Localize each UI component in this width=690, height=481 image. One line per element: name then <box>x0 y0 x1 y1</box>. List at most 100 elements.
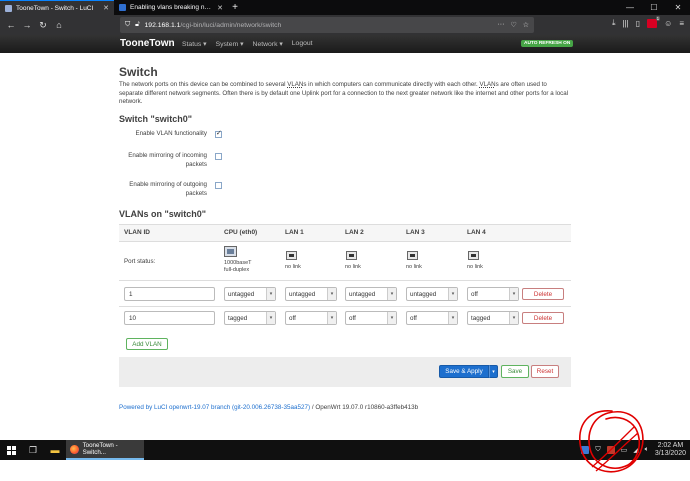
taskbar-clock[interactable]: 2:02 AM 3/13/2020 <box>655 442 686 459</box>
row-divider <box>119 280 571 281</box>
port-status-label: Port status: <box>124 258 156 265</box>
start-button[interactable] <box>0 440 22 460</box>
library-icon[interactable]: ||| <box>623 19 629 28</box>
chevron-down-icon: ▾ <box>509 312 518 324</box>
menu-network[interactable]: Network ▾ <box>253 40 283 48</box>
shield-icon[interactable]: ⛉ <box>125 21 130 29</box>
toolbar-icons: ⤓ ||| ▯ 1 ☺ ≡ <box>612 15 684 28</box>
auto-refresh-badge[interactable]: AUTO REFRESH ON <box>521 40 574 47</box>
luci-favicon-icon <box>5 4 12 12</box>
pocket-icon[interactable]: ♡ <box>510 21 516 29</box>
port-select-lan2[interactable]: untagged ▾ <box>345 287 397 301</box>
option-label-vlan: Enable VLAN functionality <box>135 130 207 137</box>
smiley-icon[interactable]: ☺ <box>664 19 672 28</box>
download-icon[interactable]: ⤓ <box>612 18 616 28</box>
home-icon[interactable]: ⌂ <box>52 18 66 32</box>
page-actions-icon[interactable]: ··· <box>497 21 504 29</box>
windows-logo-icon <box>6 445 16 455</box>
chevron-down-icon: ▾ <box>327 288 336 300</box>
firefox-icon <box>70 444 79 454</box>
port-select-lan1[interactable]: untagged ▾ <box>285 287 337 301</box>
port-select-lan4[interactable]: tagged ▾ <box>467 311 519 325</box>
new-tab-button[interactable]: + <box>228 0 242 15</box>
luci-version-link[interactable]: Powered by LuCI openwrt-19.07 branch (gi… <box>119 404 310 411</box>
openwrt-version: / OpenWrt 19.07.0 r10860-a3ffeb413b <box>310 404 419 411</box>
file-explorer-icon[interactable]: ▬ <box>44 440 66 460</box>
bookmark-star-icon[interactable]: ☆ <box>523 21 529 29</box>
tab-title: Enabling vlans breaking netwo <box>130 4 214 11</box>
taskbar-firefox-app[interactable]: TooneTown - Switch... <box>66 440 144 460</box>
col-lan1: LAN 1 <box>285 229 304 236</box>
col-lan3: LAN 3 <box>406 229 425 236</box>
lan3-port-status: no link <box>406 264 422 270</box>
chevron-down-icon: ▾ <box>448 288 457 300</box>
mirror-outgoing-checkbox[interactable] <box>215 182 222 189</box>
browser-nav-bar: ← → ↻ ⌂ ⛉ 🔓︎ 192.168.1.1/cgi-bin/luci/ad… <box>0 15 690 35</box>
lan1-port-icon <box>286 251 297 260</box>
add-vlan-button[interactable]: Add VLAN <box>126 338 168 350</box>
chevron-down-icon: ▾ <box>266 288 275 300</box>
switch-heading: Switch "switch0" <box>119 114 193 124</box>
vlan-id-input[interactable]: 10 <box>124 311 215 325</box>
maximize-icon[interactable]: ☐ <box>642 0 666 15</box>
menu-logout[interactable]: Logout <box>292 40 313 48</box>
brand-link[interactable]: TooneTown <box>120 38 175 49</box>
delete-vlan-button[interactable]: Delete <box>522 312 564 324</box>
sidebar-icon[interactable]: ▯ <box>636 19 640 28</box>
menu-icon[interactable]: ≡ <box>679 19 684 28</box>
chevron-down-icon: ▾ <box>266 312 275 324</box>
lan2-port-status: no link <box>345 264 361 270</box>
vlan-id-input[interactable]: 1 <box>124 287 215 301</box>
back-icon[interactable]: ← <box>4 18 18 32</box>
insecure-lock-icon[interactable]: 🔓︎ <box>135 21 139 29</box>
close-icon[interactable]: ✕ <box>217 4 223 12</box>
delete-vlan-button[interactable]: Delete <box>522 288 564 300</box>
save-button[interactable]: Save <box>501 365 529 378</box>
addon-icon[interactable]: 1 <box>647 15 661 28</box>
reload-icon[interactable]: ↻ <box>36 18 50 32</box>
addon-badge: 1 <box>655 15 661 21</box>
enable-vlan-checkbox[interactable] <box>215 129 222 138</box>
lan1-port-status: no link <box>285 264 301 270</box>
url-path: /cgi-bin/luci/admin/network/switch <box>180 21 282 29</box>
port-select-lan2[interactable]: off ▾ <box>345 311 397 325</box>
task-view-icon[interactable]: ❐ <box>22 440 44 460</box>
port-select-lan1[interactable]: off ▾ <box>285 311 337 325</box>
minimize-icon[interactable]: — <box>618 0 642 15</box>
forward-icon[interactable]: → <box>20 18 34 32</box>
port-select-cpu[interactable]: tagged ▾ <box>224 311 276 325</box>
menu-system[interactable]: System ▾ <box>216 40 244 48</box>
reset-button[interactable]: Reset <box>531 365 559 378</box>
port-select-lan3[interactable]: off ▾ <box>406 311 458 325</box>
save-apply-button[interactable]: Save & Apply <box>439 365 489 378</box>
url-bar[interactable]: ⛉ 🔓︎ 192.168.1.1/cgi-bin/luci/admin/netw… <box>120 17 534 33</box>
page-footer: Powered by LuCI openwrt-19.07 branch (gi… <box>119 404 418 411</box>
port-select-lan4[interactable]: off ▾ <box>467 287 519 301</box>
menu-status[interactable]: Status ▾ <box>182 40 207 48</box>
chevron-down-icon: ▾ <box>387 288 396 300</box>
port-select-lan3[interactable]: untagged ▾ <box>406 287 458 301</box>
cpu-port-speed: 1000baseT full-duplex <box>224 260 252 273</box>
col-cpu: CPU (eth0) <box>224 229 258 236</box>
vlan-abbr: VLAN <box>287 81 304 88</box>
close-icon[interactable]: ✕ <box>103 4 109 12</box>
browser-tab-active[interactable]: TooneTown - Switch - LuCI ✕ <box>0 0 114 15</box>
mirror-incoming-checkbox[interactable] <box>215 153 222 160</box>
url-host: 192.168.1.1 <box>144 21 181 29</box>
lan2-port-icon <box>346 251 357 260</box>
vlan-abbr: VLAN <box>479 81 496 88</box>
row-divider <box>119 306 571 307</box>
row-divider <box>119 241 571 242</box>
luci-header: TooneTown Status ▾ System ▾ Network ▾ Lo… <box>0 35 690 53</box>
close-window-icon[interactable]: ✕ <box>666 0 690 15</box>
page-description: The network ports on this device can be … <box>119 81 569 106</box>
browser-tab-inactive[interactable]: Enabling vlans breaking netwo ✕ <box>114 0 228 15</box>
col-lan2: LAN 2 <box>345 229 364 236</box>
chevron-down-icon: ▾ <box>448 312 457 324</box>
cpu-port-icon <box>224 246 237 257</box>
col-vlan-id: VLAN ID <box>124 229 150 236</box>
vlans-heading: VLANs on "switch0" <box>119 209 207 219</box>
save-apply-dropdown-icon[interactable]: ▾ <box>489 365 498 378</box>
chevron-down-icon: ▾ <box>327 312 336 324</box>
port-select-cpu[interactable]: untagged ▾ <box>224 287 276 301</box>
